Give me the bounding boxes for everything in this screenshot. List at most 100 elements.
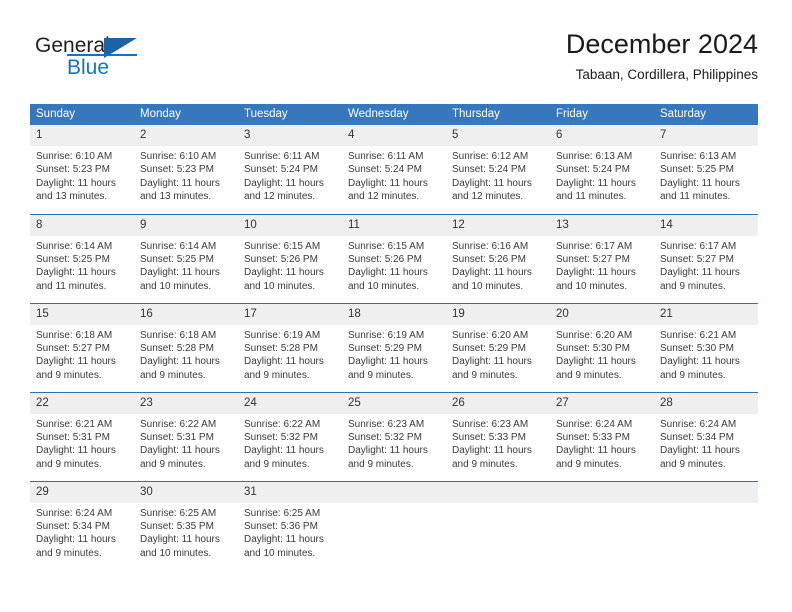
calendar-day-cell[interactable]: 31 Sunrise: 6:25 AM Sunset: 5:36 PM Dayligh… bbox=[238, 480, 342, 570]
calendar-day-cell[interactable]: 27 Sunrise: 6:24 AM Sunset: 5:33 PM Dayligh… bbox=[550, 391, 654, 481]
calendar-day-cell[interactable]: 23 Sunrise: 6:22 AM Sunset: 5:31 PM Dayligh… bbox=[134, 391, 238, 481]
sunset-text: Sunset: 5:23 PM bbox=[140, 164, 214, 176]
calendar-day-cell[interactable]: 20 Sunrise: 6:20 AM Sunset: 5:30 PM Dayligh… bbox=[550, 302, 654, 392]
calendar-day-cell[interactable]: 26 Sunrise: 6:23 AM Sunset: 5:33 PM Dayligh… bbox=[446, 391, 550, 481]
calendar-day-cell[interactable]: 19 Sunrise: 6:20 AM Sunset: 5:29 PM Dayligh… bbox=[446, 302, 550, 392]
day-details: Sunrise: 6:23 AM Sunset: 5:32 PM Daylight:… bbox=[342, 414, 446, 472]
daylight-text-line2: and 9 minutes. bbox=[244, 458, 310, 470]
day-number bbox=[446, 481, 550, 503]
calendar-day-cell[interactable]: 7 Sunrise: 6:13 AM Sunset: 5:25 PM Daylight… bbox=[654, 125, 758, 214]
calendar-day-cell[interactable]: 4 Sunrise: 6:11 AM Sunset: 5:24 PM Daylight… bbox=[342, 125, 446, 214]
sunset-text: Sunset: 5:24 PM bbox=[244, 164, 318, 176]
daylight-text-line2: and 12 minutes. bbox=[452, 191, 524, 203]
brand-logo[interactable]: General Blue bbox=[35, 34, 225, 88]
day-details: Sunrise: 6:25 AM Sunset: 5:35 PM Daylight:… bbox=[134, 503, 238, 561]
sunset-text: Sunset: 5:31 PM bbox=[140, 431, 214, 443]
calendar-day-cell[interactable]: 15 Sunrise: 6:18 AM Sunset: 5:27 PM Dayligh… bbox=[30, 302, 134, 392]
sunrise-text: Sunrise: 6:15 AM bbox=[244, 240, 321, 252]
sunrise-text: Sunrise: 6:13 AM bbox=[660, 151, 737, 162]
calendar-day-cell[interactable]: 2 Sunrise: 6:10 AM Sunset: 5:23 PM Daylight… bbox=[134, 125, 238, 214]
sunset-text: Sunset: 5:27 PM bbox=[36, 342, 110, 354]
daylight-text-line1: Daylight: 11 hours bbox=[244, 445, 324, 457]
daylight-text-line1: Daylight: 11 hours bbox=[36, 445, 116, 457]
sunset-text: Sunset: 5:35 PM bbox=[140, 520, 214, 532]
calendar-day-cell[interactable]: 30 Sunrise: 6:25 AM Sunset: 5:35 PM Dayligh… bbox=[134, 480, 238, 570]
weekday-header-sunday: Sunday bbox=[30, 104, 134, 125]
day-number: 13 bbox=[550, 214, 654, 236]
daylight-text-line2: and 10 minutes. bbox=[140, 547, 212, 559]
calendar-week-row: 22 Sunrise: 6:21 AM Sunset: 5:31 PM Dayligh… bbox=[30, 391, 758, 481]
sunrise-text: Sunrise: 6:15 AM bbox=[348, 240, 425, 252]
day-number: 26 bbox=[446, 392, 550, 414]
sunset-text: Sunset: 5:23 PM bbox=[36, 164, 110, 176]
daylight-text-line1: Daylight: 11 hours bbox=[244, 534, 324, 546]
day-number: 8 bbox=[30, 214, 134, 236]
calendar-day-cell-empty bbox=[654, 480, 758, 570]
day-number: 12 bbox=[446, 214, 550, 236]
daylight-text-line1: Daylight: 11 hours bbox=[244, 356, 324, 368]
day-number: 16 bbox=[134, 303, 238, 325]
weekday-header-wednesday: Wednesday bbox=[342, 104, 446, 125]
calendar-day-cell[interactable]: 8 Sunrise: 6:14 AM Sunset: 5:25 PM Daylight… bbox=[30, 213, 134, 303]
sunrise-text: Sunrise: 6:14 AM bbox=[140, 240, 217, 252]
day-number: 21 bbox=[654, 303, 758, 325]
sunset-text: Sunset: 5:24 PM bbox=[348, 164, 422, 176]
calendar-day-cell[interactable]: 25 Sunrise: 6:23 AM Sunset: 5:32 PM Dayligh… bbox=[342, 391, 446, 481]
calendar-day-cell[interactable]: 29 Sunrise: 6:24 AM Sunset: 5:34 PM Dayligh… bbox=[30, 480, 134, 570]
calendar-day-cell[interactable]: 18 Sunrise: 6:19 AM Sunset: 5:29 PM Dayligh… bbox=[342, 302, 446, 392]
day-details: Sunrise: 6:24 AM Sunset: 5:34 PM Daylight:… bbox=[30, 503, 134, 561]
daylight-text-line1: Daylight: 11 hours bbox=[36, 534, 116, 546]
daylight-text-line2: and 9 minutes. bbox=[36, 547, 102, 559]
day-details: Sunrise: 6:21 AM Sunset: 5:30 PM Daylight:… bbox=[654, 325, 758, 383]
calendar-day-cell[interactable]: 16 Sunrise: 6:18 AM Sunset: 5:28 PM Dayligh… bbox=[134, 302, 238, 392]
calendar-day-cell-empty bbox=[342, 480, 446, 570]
daylight-text-line2: and 11 minutes. bbox=[660, 191, 731, 203]
sunset-text: Sunset: 5:34 PM bbox=[36, 520, 110, 532]
sunrise-text: Sunrise: 6:18 AM bbox=[140, 329, 217, 341]
day-number: 27 bbox=[550, 392, 654, 414]
day-number: 7 bbox=[654, 125, 758, 146]
day-number: 4 bbox=[342, 125, 446, 146]
calendar-day-cell[interactable]: 3 Sunrise: 6:11 AM Sunset: 5:24 PM Daylight… bbox=[238, 125, 342, 214]
sunrise-text: Sunrise: 6:11 AM bbox=[244, 151, 320, 162]
calendar-day-cell[interactable]: 10 Sunrise: 6:15 AM Sunset: 5:26 PM Dayligh… bbox=[238, 213, 342, 303]
daylight-text-line2: and 9 minutes. bbox=[660, 369, 726, 381]
calendar-day-cell[interactable]: 22 Sunrise: 6:21 AM Sunset: 5:31 PM Dayligh… bbox=[30, 391, 134, 481]
daylight-text-line1: Daylight: 11 hours bbox=[348, 177, 428, 189]
day-number: 2 bbox=[134, 125, 238, 146]
calendar-day-cell[interactable]: 28 Sunrise: 6:24 AM Sunset: 5:34 PM Dayligh… bbox=[654, 391, 758, 481]
calendar-day-cell[interactable]: 17 Sunrise: 6:19 AM Sunset: 5:28 PM Dayligh… bbox=[238, 302, 342, 392]
day-number: 15 bbox=[30, 303, 134, 325]
page-subtitle: Tabaan, Cordillera, Philippines bbox=[575, 67, 758, 82]
calendar-day-cell[interactable]: 5 Sunrise: 6:12 AM Sunset: 5:24 PM Daylight… bbox=[446, 125, 550, 214]
calendar-day-cell[interactable]: 9 Sunrise: 6:14 AM Sunset: 5:25 PM Daylight… bbox=[134, 213, 238, 303]
sunset-text: Sunset: 5:26 PM bbox=[452, 253, 526, 265]
calendar-day-cell[interactable]: 14 Sunrise: 6:17 AM Sunset: 5:27 PM Dayligh… bbox=[654, 213, 758, 303]
day-details: Sunrise: 6:12 AM Sunset: 5:24 PM Daylight:… bbox=[446, 146, 550, 204]
day-number: 5 bbox=[446, 125, 550, 146]
sunrise-text: Sunrise: 6:25 AM bbox=[140, 507, 217, 519]
calendar-day-cell[interactable]: 12 Sunrise: 6:16 AM Sunset: 5:26 PM Dayligh… bbox=[446, 213, 550, 303]
calendar-day-cell-empty bbox=[550, 480, 654, 570]
calendar-day-cell[interactable]: 13 Sunrise: 6:17 AM Sunset: 5:27 PM Dayligh… bbox=[550, 213, 654, 303]
day-number: 14 bbox=[654, 214, 758, 236]
daylight-text-line1: Daylight: 11 hours bbox=[348, 356, 428, 368]
day-details: Sunrise: 6:16 AM Sunset: 5:26 PM Daylight:… bbox=[446, 236, 550, 294]
day-details: Sunrise: 6:19 AM Sunset: 5:28 PM Daylight:… bbox=[238, 325, 342, 383]
sunset-text: Sunset: 5:24 PM bbox=[452, 164, 526, 176]
daylight-text-line1: Daylight: 11 hours bbox=[556, 177, 636, 189]
daylight-text-line1: Daylight: 11 hours bbox=[36, 356, 116, 368]
day-number: 30 bbox=[134, 481, 238, 503]
calendar-day-cell[interactable]: 6 Sunrise: 6:13 AM Sunset: 5:24 PM Daylight… bbox=[550, 125, 654, 214]
calendar-day-cell[interactable]: 21 Sunrise: 6:21 AM Sunset: 5:30 PM Dayligh… bbox=[654, 302, 758, 392]
calendar-day-cell[interactable]: 1 Sunrise: 6:10 AM Sunset: 5:23 PM Daylight… bbox=[30, 125, 134, 214]
sunrise-text: Sunrise: 6:14 AM bbox=[36, 240, 113, 252]
calendar-day-cell[interactable]: 11 Sunrise: 6:15 AM Sunset: 5:26 PM Dayligh… bbox=[342, 213, 446, 303]
calendar-day-cell[interactable]: 24 Sunrise: 6:22 AM Sunset: 5:32 PM Dayligh… bbox=[238, 391, 342, 481]
daylight-text-line2: and 11 minutes. bbox=[36, 280, 107, 292]
day-details: Sunrise: 6:11 AM Sunset: 5:24 PM Daylight:… bbox=[238, 146, 342, 204]
daylight-text-line2: and 9 minutes. bbox=[348, 458, 414, 470]
day-details: Sunrise: 6:19 AM Sunset: 5:29 PM Daylight:… bbox=[342, 325, 446, 383]
daylight-text-line2: and 10 minutes. bbox=[140, 280, 212, 292]
sunset-text: Sunset: 5:25 PM bbox=[660, 164, 734, 176]
